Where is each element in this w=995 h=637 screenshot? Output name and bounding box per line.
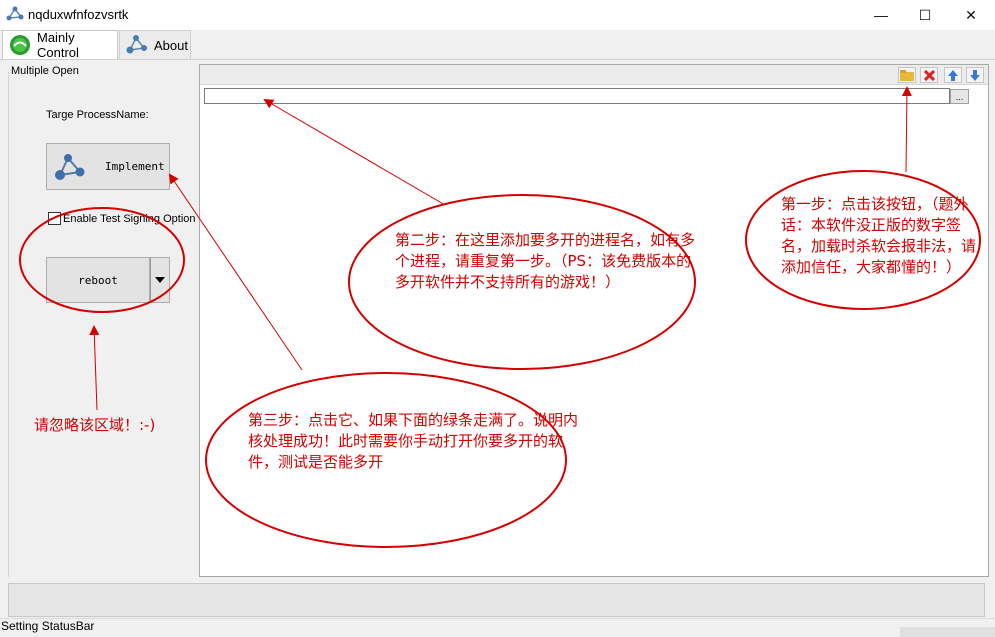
process-name-input[interactable] — [204, 88, 950, 104]
tab-label: Mainly Control — [37, 30, 79, 60]
delete-icon — [923, 69, 935, 81]
move-down-button[interactable] — [966, 67, 984, 83]
chevron-down-icon — [155, 277, 165, 283]
close-button[interactable]: ✕ — [948, 0, 994, 30]
open-folder-button[interactable] — [898, 67, 916, 83]
implement-button[interactable]: Implement — [46, 143, 170, 190]
move-up-icon — [948, 69, 958, 81]
step1-annotation: 第一步：点击该按钮，（题外话：本软件没正版的数字签名，加载时杀软会报非法，请添加… — [781, 195, 977, 276]
group-border — [8, 72, 9, 577]
process-list-panel — [199, 64, 989, 577]
group-title: Multiple Open — [11, 65, 79, 77]
test-signing-checkbox[interactable] — [48, 212, 61, 225]
step3-annotation: 第三步：点击它、如果下面的绿条走满了。说明内核处理成功！此时需要你手动打开你要多… — [248, 411, 579, 471]
tab-label: About — [154, 37, 188, 53]
delete-button[interactable] — [920, 67, 938, 83]
reboot-dropdown-button[interactable] — [150, 257, 170, 303]
browse-button[interactable]: ... — [950, 89, 969, 104]
ignore-arrow — [89, 325, 100, 411]
progress-bar — [8, 583, 985, 617]
move-up-button[interactable] — [944, 67, 962, 83]
reboot-button[interactable]: reboot — [46, 257, 150, 303]
maximize-button[interactable]: ☐ — [902, 0, 948, 30]
list-toolbar — [200, 65, 988, 85]
window-title: nqduxwfnfozvsrtk — [28, 7, 129, 22]
tab-about[interactable]: About — [119, 30, 191, 59]
implement-label: Implement — [105, 160, 165, 173]
status-text: Setting StatusBar — [1, 619, 95, 633]
tab-mainly-control[interactable]: Mainly Control — [2, 30, 118, 60]
title-bar — [0, 0, 995, 30]
resize-grip[interactable] — [900, 627, 995, 637]
molecule-icon — [126, 35, 147, 54]
green-orb-icon — [10, 35, 30, 55]
process-name-label: Targe ProcessName: — [46, 109, 149, 121]
ignore-annotation: 请忽略该区域！:-) — [34, 416, 156, 434]
test-signing-label: Enable Test Signing Option — [63, 213, 196, 225]
minimize-button[interactable]: — — [858, 0, 904, 30]
open-folder-icon — [900, 69, 914, 81]
move-down-icon — [970, 69, 980, 81]
step2-annotation: 第二步：在这里添加要多开的进程名，如有多个进程，请重复第一步。（PS：该免费版本… — [395, 231, 696, 291]
status-bar — [0, 618, 995, 637]
app-icon — [6, 6, 24, 21]
molecule-icon — [55, 153, 85, 180]
